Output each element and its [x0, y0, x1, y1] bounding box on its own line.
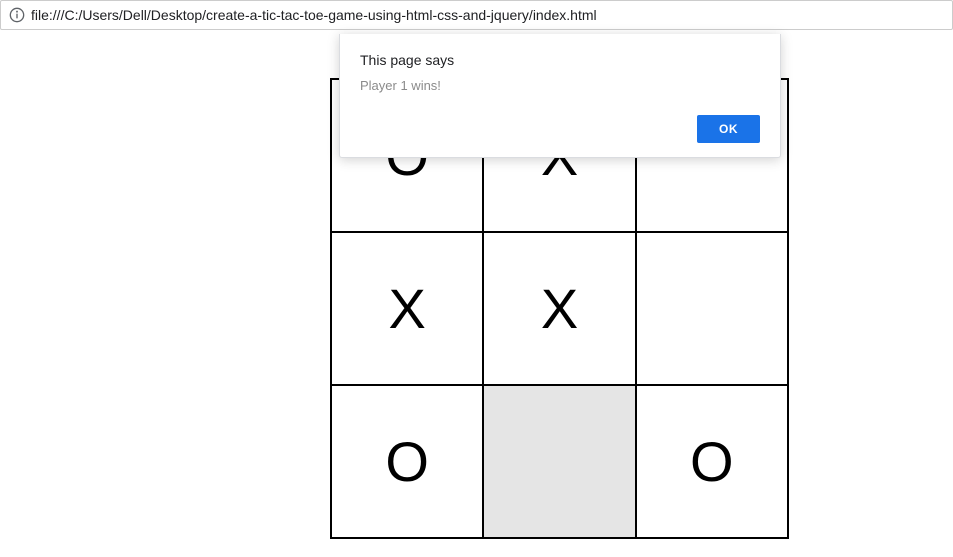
- info-icon[interactable]: [9, 7, 25, 23]
- dialog-actions: OK: [360, 115, 760, 143]
- cell-2-1[interactable]: [483, 385, 635, 538]
- address-bar[interactable]: file:///C:/Users/Dell/Desktop/create-a-t…: [0, 0, 953, 30]
- cell-2-2[interactable]: O: [636, 385, 788, 538]
- cell-1-1[interactable]: X: [483, 232, 635, 385]
- dialog-title: This page says: [360, 52, 760, 68]
- ok-button[interactable]: OK: [697, 115, 760, 143]
- cell-1-2[interactable]: [636, 232, 788, 385]
- cell-1-0[interactable]: X: [331, 232, 483, 385]
- dialog-message: Player 1 wins!: [360, 78, 760, 93]
- alert-dialog: This page says Player 1 wins! OK: [339, 34, 781, 158]
- url-text[interactable]: file:///C:/Users/Dell/Desktop/create-a-t…: [31, 7, 944, 23]
- cell-2-0[interactable]: O: [331, 385, 483, 538]
